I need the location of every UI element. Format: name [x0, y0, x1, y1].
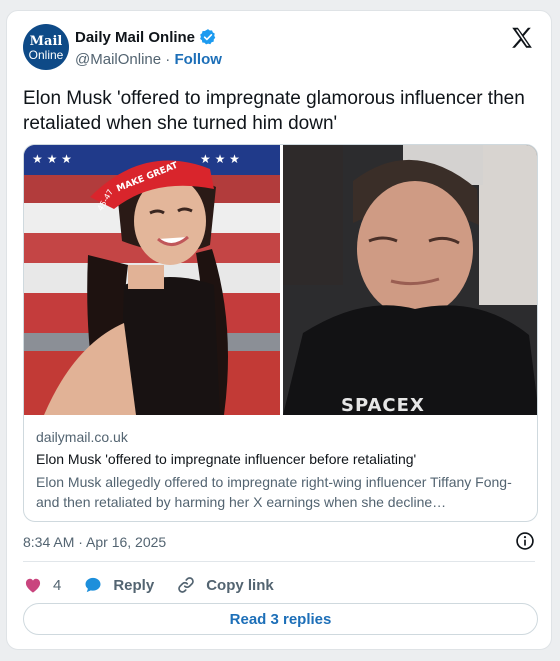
avatar[interactable]: Mail Online — [23, 24, 69, 70]
embedded-tweet-card: Mail Online Daily Mail Online @MailOnlin… — [6, 10, 552, 650]
link-icon — [178, 577, 194, 593]
link-meta[interactable]: dailymail.co.uk Elon Musk 'offered to im… — [36, 429, 526, 512]
divider — [23, 561, 535, 562]
follow-button[interactable]: Follow — [174, 51, 222, 68]
avatar-text-mail: Mail — [29, 34, 63, 49]
tweet-text: Elon Musk 'offered to impregnate glamoro… — [23, 88, 525, 134]
elon-musk-photo: SPACEX — [283, 145, 537, 415]
influencer-photo: ★ ★ ★ ★ ★ ★ MAKE GREAT 45-47 — [24, 145, 280, 415]
svg-text:★ ★ ★: ★ ★ ★ — [200, 152, 240, 166]
copy-link-button[interactable]: Copy link — [176, 575, 274, 595]
account-handle[interactable]: @MailOnline — [75, 51, 161, 68]
link-description: Elon Musk allegedly offered to impregnat… — [36, 474, 512, 510]
link-preview-images[interactable]: ★ ★ ★ ★ ★ ★ MAKE GREAT 45-47 SPACEX — [24, 145, 537, 415]
shirt-text: SPACEX — [341, 395, 425, 415]
like-button[interactable]: 4 — [23, 575, 61, 595]
link-domain: dailymail.co.uk — [36, 429, 128, 445]
reply-bubble-icon — [85, 577, 101, 593]
x-logo-icon[interactable] — [509, 25, 535, 51]
like-count: 4 — [53, 576, 62, 594]
copy-link-label: Copy link — [206, 576, 274, 594]
action-bar: 4 Reply Copy link — [23, 573, 296, 597]
heart-icon — [25, 578, 41, 593]
info-icon[interactable] — [515, 531, 535, 551]
tweet-timestamp[interactable]: 8:34 AM · Apr 16, 2025 — [23, 534, 166, 550]
svg-text:★ ★ ★: ★ ★ ★ — [32, 152, 72, 166]
account-name-row[interactable]: Daily Mail Online — [75, 28, 217, 46]
reply-label: Reply — [113, 576, 155, 594]
link-preview-card[interactable]: ★ ★ ★ ★ ★ ★ MAKE GREAT 45-47 SPACEX dail… — [23, 144, 538, 522]
read-replies-button[interactable]: Read 3 replies — [23, 603, 538, 635]
account-name[interactable]: Daily Mail Online — [75, 29, 195, 46]
reply-button[interactable]: Reply — [83, 575, 154, 595]
link-title[interactable]: Elon Musk 'offered to impregnate influen… — [36, 451, 526, 467]
avatar-text-online: Online — [28, 48, 64, 62]
verified-badge-icon — [200, 29, 216, 45]
handle-line: @MailOnline · Follow — [75, 51, 222, 68]
separator-dot: · — [165, 51, 171, 68]
